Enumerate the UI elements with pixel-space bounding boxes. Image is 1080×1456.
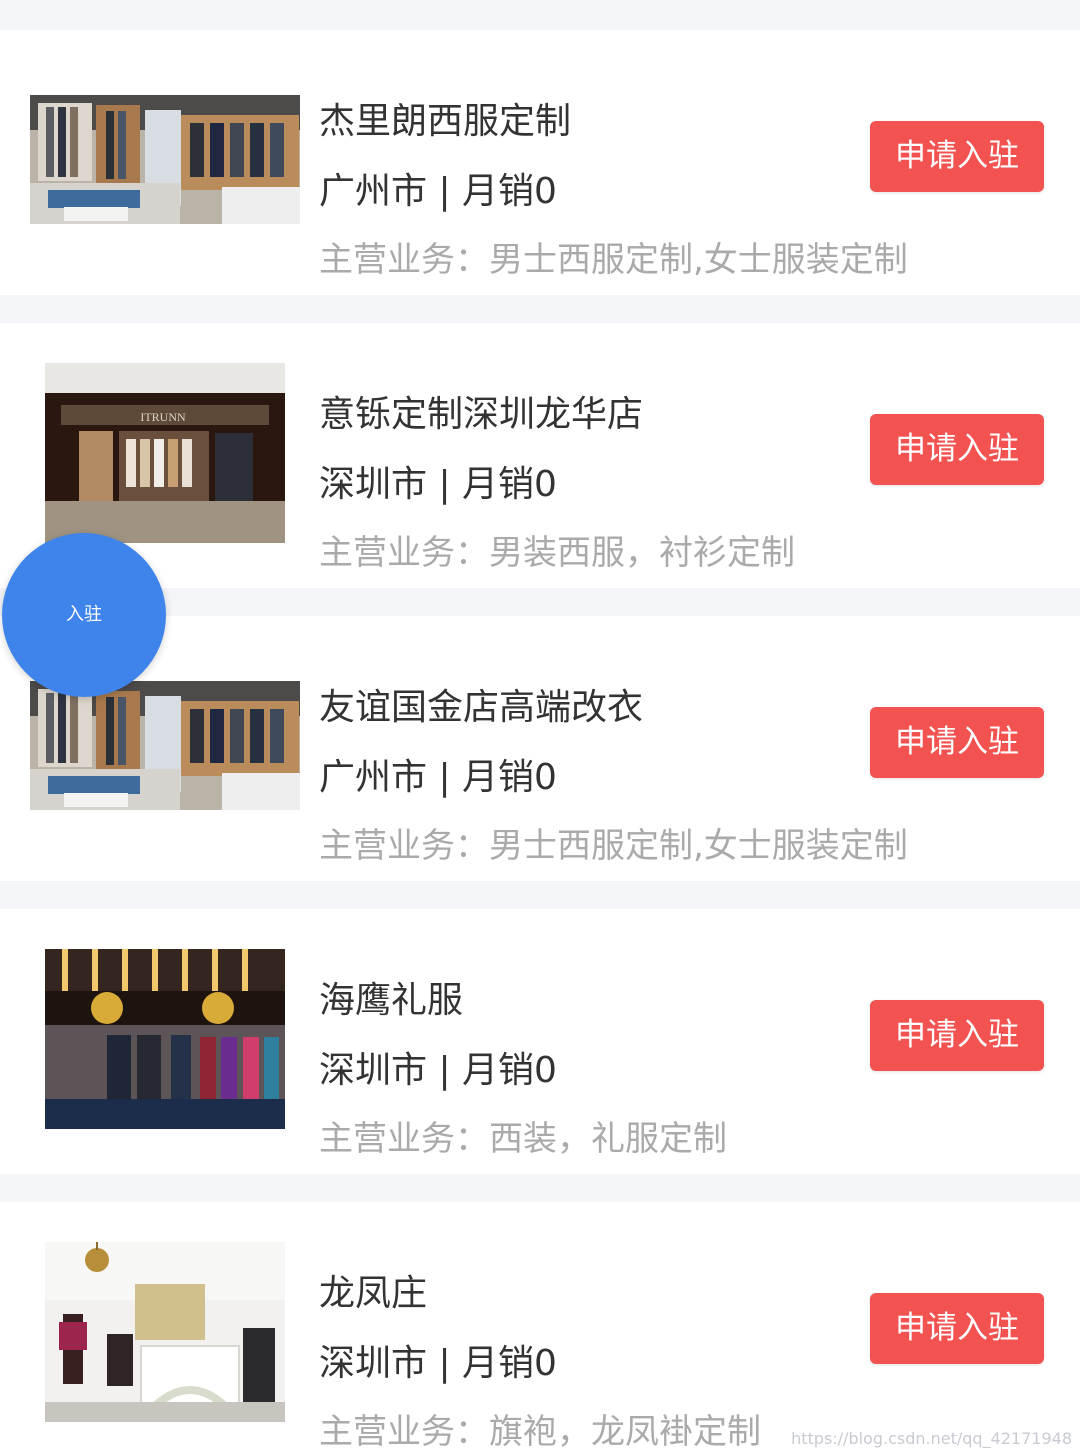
apply-button[interactable]: 申请入驻 — [870, 414, 1044, 485]
apply-button[interactable]: 申请入驻 — [870, 1000, 1044, 1071]
store-card-1[interactable]: 杰里朗西服定制 广州市 | 月销0 主营业务：男士西服定制,女士服装定制 申请入… — [0, 30, 1080, 295]
apply-button[interactable]: 申请入驻 — [870, 121, 1044, 192]
store-name: 龙凤庄 — [319, 1273, 428, 1314]
suit-showroom-icon — [30, 681, 300, 810]
store-image-3 — [30, 681, 300, 810]
store-location-sales: 深圳市 | 月销0 — [319, 1343, 557, 1384]
store-business: 主营业务：男士西服定制,女士服装定制 — [319, 826, 908, 866]
store-image-4 — [45, 949, 285, 1129]
store-card-4[interactable]: 海鹰礼服 深圳市 | 月销0 主营业务：西装，礼服定制 申请入驻 — [0, 909, 1080, 1174]
suit-showroom-icon — [30, 95, 300, 224]
svg-text:ITRUNN: ITRUNN — [140, 410, 186, 424]
store-image-5 — [45, 1242, 285, 1422]
store-location-sales: 广州市 | 月销0 — [319, 757, 557, 798]
store-business: 主营业务：男士西服定制,女士服装定制 — [319, 240, 908, 280]
formal-wear-shop-icon — [45, 949, 285, 1129]
store-name: 海鹰礼服 — [319, 980, 464, 1021]
store-business: 主营业务：西装，礼服定制 — [319, 1119, 727, 1159]
apply-button[interactable]: 申请入驻 — [870, 707, 1044, 778]
store-card-2[interactable]: ITRUNN 意铄定制深圳龙华店 深圳市 | 月销0 主营业务：男装西服，衬衫定… — [0, 323, 1080, 588]
store-location-sales: 深圳市 | 月销0 — [319, 1050, 557, 1091]
store-location-sales: 深圳市 | 月销0 — [319, 464, 557, 505]
floating-apply-button[interactable]: 入驻 — [2, 533, 166, 697]
mall-store-front-icon: ITRUNN — [45, 363, 285, 543]
bridal-shop-interior-icon — [45, 1242, 285, 1422]
store-name: 意铄定制深圳龙华店 — [319, 394, 644, 435]
store-card-5[interactable]: 龙凤庄 深圳市 | 月销0 主营业务：旗袍，龙凤褂定制 申请入驻 — [0, 1202, 1080, 1456]
store-image-1 — [30, 95, 300, 224]
store-business: 主营业务：旗袍，龙凤褂定制 — [319, 1412, 761, 1452]
store-business: 主营业务：男装西服，衬衫定制 — [319, 533, 795, 573]
store-image-2: ITRUNN — [45, 363, 285, 543]
store-card-3[interactable]: 友谊国金店高端改衣 广州市 | 月销0 主营业务：男士西服定制,女士服装定制 申… — [0, 616, 1080, 881]
store-name: 友谊国金店高端改衣 — [319, 687, 644, 728]
store-name: 杰里朗西服定制 — [319, 101, 572, 142]
apply-button[interactable]: 申请入驻 — [870, 1293, 1044, 1364]
store-location-sales: 广州市 | 月销0 — [319, 171, 557, 212]
watermark: https://blog.csdn.net/qq_42171948 — [791, 1429, 1072, 1448]
